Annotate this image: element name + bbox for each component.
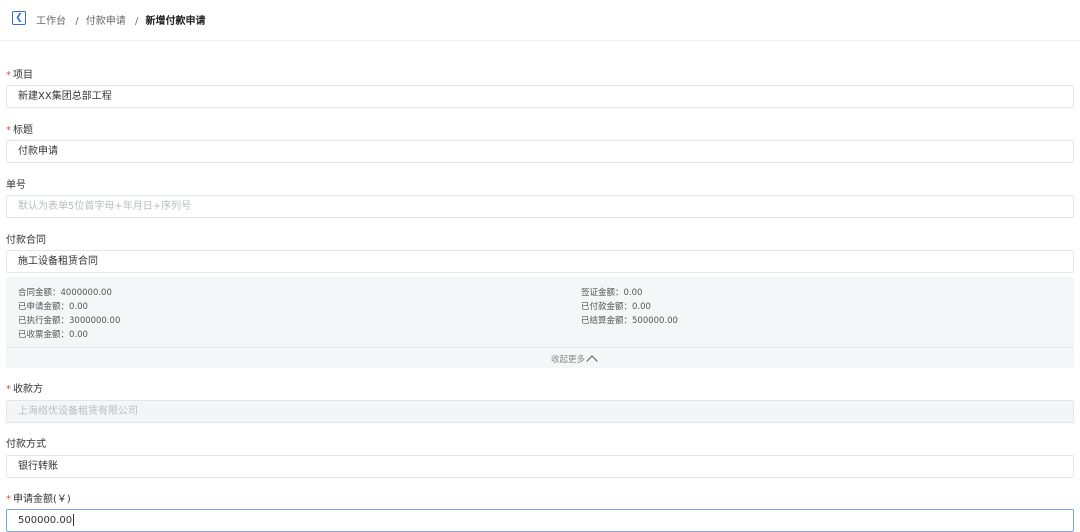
- breadcrumb: 工作台 / 付款申请 / 新增付款申请: [36, 12, 206, 27]
- title-label: * 标题: [6, 125, 33, 136]
- required-marker: *: [6, 494, 11, 505]
- contract-select[interactable]: 施工设备租赁合同: [6, 250, 1074, 273]
- project-label: * 项目: [6, 70, 33, 81]
- payee-field: 上海络优设备租赁有限公司: [6, 400, 1074, 423]
- breadcrumb-separator: /: [75, 16, 79, 27]
- required-marker: *: [6, 384, 11, 395]
- chevron-up-icon: [586, 355, 598, 367]
- payment-method-select[interactable]: 银行转账: [6, 455, 1074, 478]
- contract-amount: 合同金额：4000000.00: [18, 288, 112, 298]
- contract-details-panel: 合同金额：4000000.00 签证金额：0.00 已申请金额：0.00 已付款…: [6, 277, 1074, 368]
- number-label: 单号: [6, 180, 26, 191]
- visa-amount: 签证金额：0.00: [581, 288, 643, 298]
- paid-amount: 已付款金额：0.00: [581, 302, 651, 312]
- project-field[interactable]: 新建XX集团总部工程: [6, 85, 1074, 108]
- text-cursor: [73, 514, 75, 526]
- chevron-left-icon[interactable]: ❮: [12, 11, 26, 25]
- breadcrumb-item-payment-requests[interactable]: 付款申请: [86, 16, 126, 27]
- breadcrumb-current: 新增付款申请: [145, 16, 206, 27]
- collapse-more-label: 收起更多: [551, 355, 586, 365]
- collapse-more-button[interactable]: 收起更多: [551, 353, 598, 367]
- number-input[interactable]: 默认为表单5位首字母+年月日+序列号: [6, 195, 1074, 218]
- applied-amount: 已申请金额：0.00: [18, 302, 88, 312]
- amount-value: 500000.00: [18, 515, 73, 526]
- breadcrumb-separator: /: [134, 16, 139, 27]
- title-input[interactable]: 付款申请: [6, 140, 1074, 163]
- required-marker: *: [6, 70, 11, 81]
- top-bar: ❮ 工作台 / 付款申请 / 新增付款申请: [0, 0, 1080, 41]
- executed-amount: 已执行金额：3000000.00: [18, 316, 121, 326]
- settled-amount: 已结算金额：500000.00: [581, 316, 678, 326]
- divider: [6, 347, 1074, 348]
- required-marker: *: [6, 125, 11, 136]
- contract-label: 付款合同: [6, 235, 46, 246]
- payee-label: * 收款方: [6, 384, 43, 395]
- invoiced-amount: 已收票金额：0.00: [18, 330, 88, 340]
- payment-method-label: 付款方式: [6, 439, 46, 450]
- amount-label: * 申请金额(￥): [6, 494, 71, 505]
- breadcrumb-item-workbench[interactable]: 工作台: [36, 16, 66, 27]
